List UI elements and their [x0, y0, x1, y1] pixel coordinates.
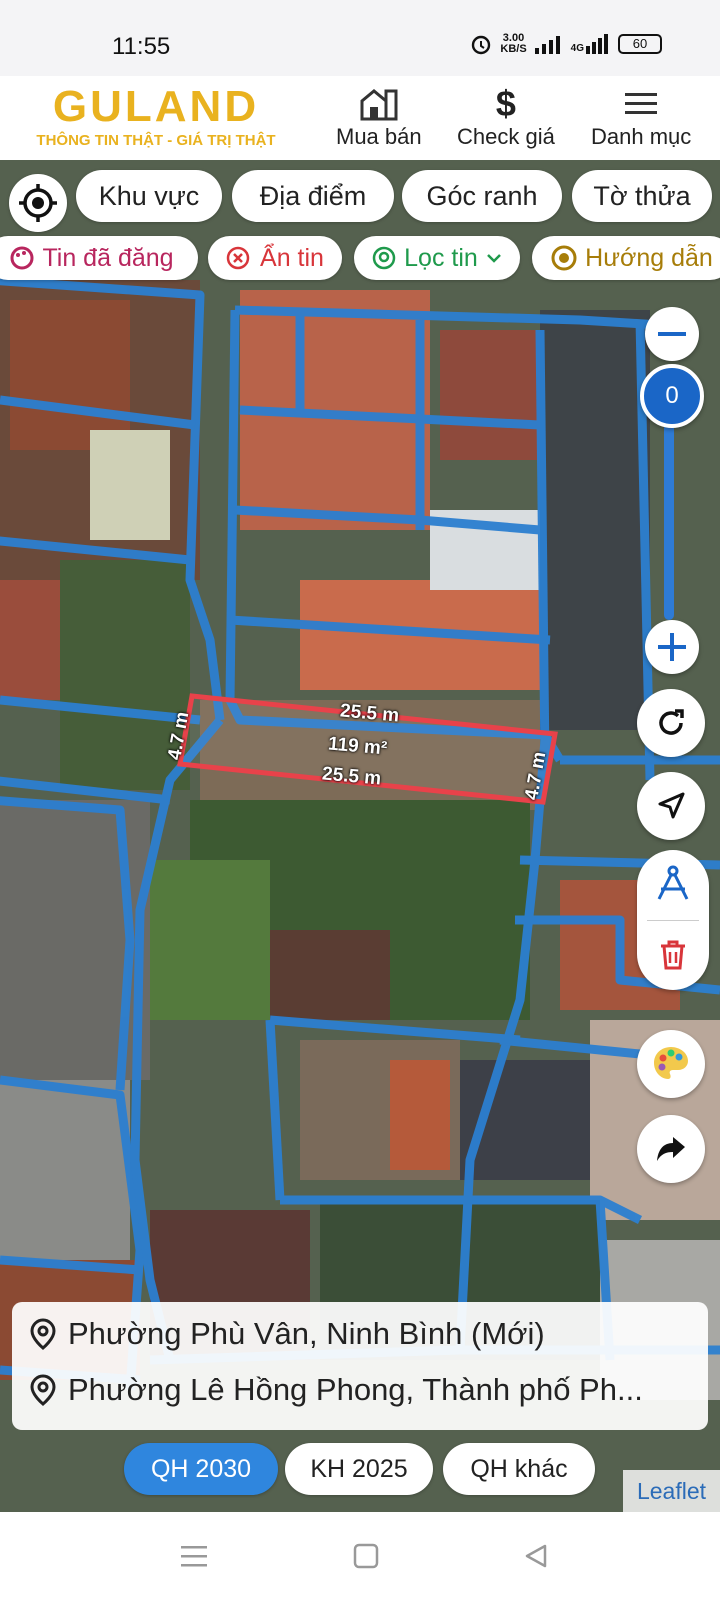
app-header: GULAND THÔNG TIN THẬT - GIÁ TRỊ THẬT Mua… [0, 76, 720, 160]
logo-text: GULAND [52, 82, 260, 131]
dollar-icon: $ [495, 83, 516, 124]
network-type: 4G [570, 43, 584, 54]
plus-icon [658, 633, 686, 661]
filter-listings-label: Lọc tin [404, 243, 478, 272]
hide-listing-button[interactable]: Ẩn tin [208, 236, 342, 280]
address-new[interactable]: Phường Phù Vân, Ninh Bình (Mới) [30, 1316, 698, 1352]
buy-sell-button[interactable]: Mua bán [336, 84, 422, 150]
share-arrow-icon [657, 1137, 685, 1161]
menu-label: Danh mục [591, 124, 692, 149]
menu-button[interactable]: Danh mục [591, 84, 691, 150]
location-marker-icon [30, 1374, 56, 1406]
chevron-down-icon [486, 254, 501, 263]
net-speed: 3.00 KB/S [500, 32, 527, 55]
filter-listings-button[interactable]: Lọc tin [354, 236, 520, 280]
play-circle-icon [551, 245, 577, 271]
zoom-slider-track[interactable] [664, 400, 674, 620]
plan-qh-2030-button[interactable]: QH 2030 [124, 1443, 278, 1495]
leaflet-attribution[interactable]: Leaflet [623, 1470, 720, 1512]
guland-logo[interactable]: GULAND THÔNG TIN THẬT - GIÁ TRỊ THẬT [16, 82, 296, 150]
measure-button[interactable] [637, 850, 709, 920]
close-circle-icon [226, 246, 250, 270]
hide-listing-label: Ẩn tin [260, 243, 324, 272]
zoom-out-button[interactable] [645, 307, 699, 361]
logo-tagline: THÔNG TIN THẬT - GIÁ TRỊ THẬT [36, 132, 276, 149]
address-old[interactable]: Phường Lê Hồng Phong, Thành phố Ph... [30, 1372, 698, 1408]
filter-to-thua[interactable]: Tờ thửa [572, 170, 712, 222]
system-nav-bar [0, 1512, 720, 1600]
delete-measure-button[interactable] [637, 920, 709, 990]
navigation-arrow-icon [658, 792, 685, 819]
zoom-in-button[interactable] [645, 620, 699, 674]
guide-label: Hướng dẫn [585, 243, 713, 272]
compass-measure-icon [657, 865, 689, 900]
palette-color-icon [654, 1047, 688, 1079]
posted-listings-button[interactable]: Tin đã đăng [0, 236, 198, 280]
location-pin-icon [372, 246, 396, 270]
recent-apps-button[interactable] [174, 1540, 214, 1572]
location-marker-icon [30, 1318, 56, 1350]
back-button[interactable] [516, 1540, 556, 1572]
navigate-button[interactable] [637, 772, 705, 840]
status-icons: 3.00 KB/S 4G 60 [470, 33, 662, 55]
guide-button[interactable]: Hướng dẫn [532, 236, 720, 280]
signal-icon [534, 36, 560, 54]
locate-button[interactable] [9, 174, 67, 232]
address-panel: Phường Phù Vân, Ninh Bình (Mới) Phường L… [12, 1302, 708, 1430]
home-button[interactable] [346, 1540, 386, 1572]
check-price-button[interactable]: $ Check giá [457, 83, 555, 150]
battery-indicator: 60 [618, 34, 662, 54]
address-new-text: Phường Phù Vân, Ninh Bình (Mới) [68, 1316, 545, 1351]
recent-apps-icon [181, 1546, 207, 1567]
filter-goc-ranh[interactable]: Góc ranh [402, 170, 562, 222]
refresh-icon [659, 709, 684, 735]
alarm-icon [472, 35, 491, 55]
plan-kh-2025-button[interactable]: KH 2025 [285, 1443, 433, 1495]
home-square-icon [353, 1543, 379, 1569]
buy-sell-label: Mua bán [336, 124, 422, 149]
filter-khu-vuc[interactable]: Khu vực [76, 170, 222, 222]
back-triangle-icon [525, 1544, 547, 1568]
minus-icon [658, 332, 686, 336]
status-time: 11:55 [112, 33, 171, 60]
plan-qh-khac-button[interactable]: QH khác [443, 1443, 595, 1495]
measure-tool-group [637, 850, 709, 990]
layer-style-button[interactable] [637, 1030, 705, 1098]
trash-icon [661, 940, 685, 970]
crosshair-icon [19, 184, 57, 222]
filter-dia-diem[interactable]: Địa điểm [232, 170, 394, 222]
zoom-level-handle[interactable]: 0 [640, 364, 704, 428]
check-price-label: Check giá [457, 124, 555, 149]
palette-icon [10, 246, 34, 270]
refresh-button[interactable] [637, 689, 705, 757]
share-button[interactable] [637, 1115, 705, 1183]
status-bar: 11:55 3.00 KB/S 4G 60 [0, 0, 720, 76]
posted-listings-label: Tin đã đăng [42, 243, 174, 272]
address-old-text: Phường Lê Hồng Phong, Thành phố Ph... [68, 1372, 643, 1407]
menu-icon [625, 93, 658, 114]
signal-4g-icon [586, 34, 608, 54]
building-icon [360, 89, 398, 121]
